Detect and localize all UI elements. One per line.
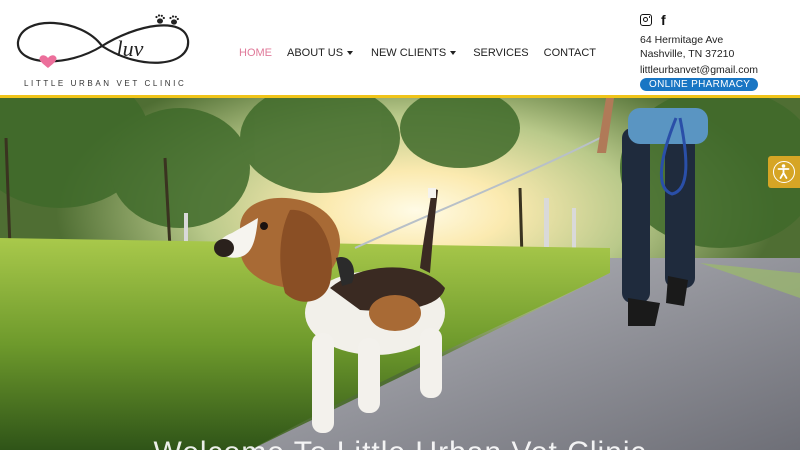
email-link[interactable]: littleurbanvet@gmail.com (640, 63, 800, 77)
hero-banner: Welcome To Little Urban Vet Clinic (0, 98, 800, 450)
nav-services[interactable]: SERVICES (473, 47, 528, 59)
facebook-icon[interactable]: f (661, 13, 666, 27)
logo-script-text: luv (117, 36, 144, 61)
accessibility-button[interactable] (768, 156, 800, 188)
hero-photo (0, 98, 800, 450)
caret-down-icon (450, 51, 457, 55)
nav-about-us-label: ABOUT US (287, 47, 344, 59)
main-nav: HOME ABOUT US NEW CLIENTS SERVICES CONTA… (239, 47, 596, 59)
nav-contact[interactable]: CONTACT (544, 47, 596, 59)
site-header: luv LITTLE URBAN VET CLINIC HOME ABOUT U… (0, 0, 800, 96)
address-line-2: Nashville, TN 37210 (640, 48, 735, 60)
contact-block: f 64 Hermitage Ave Nashville, TN 37210 l… (640, 12, 800, 91)
caret-down-icon (347, 51, 354, 55)
nav-services-label: SERVICES (473, 47, 529, 59)
nav-home-label: HOME (239, 47, 272, 59)
accessibility-icon (773, 161, 795, 183)
logo[interactable]: luv LITTLE URBAN VET CLINIC (12, 8, 192, 88)
hero-heading: Welcome To Little Urban Vet Clinic (0, 436, 800, 450)
social-links: f (640, 12, 800, 28)
clinic-name: LITTLE URBAN VET CLINIC (24, 79, 187, 88)
address-line-1: 64 Hermitage Ave (640, 34, 724, 46)
instagram-icon[interactable] (640, 14, 652, 26)
online-pharmacy-button[interactable]: ONLINE PHARMACY (640, 78, 759, 91)
nav-new-clients[interactable]: NEW CLIENTS (371, 47, 457, 59)
nav-new-clients-label: NEW CLIENTS (371, 47, 447, 59)
nav-home[interactable]: HOME (239, 47, 272, 59)
nav-about-us[interactable]: ABOUT US (287, 47, 354, 59)
nav-contact-label: CONTACT (543, 47, 597, 59)
